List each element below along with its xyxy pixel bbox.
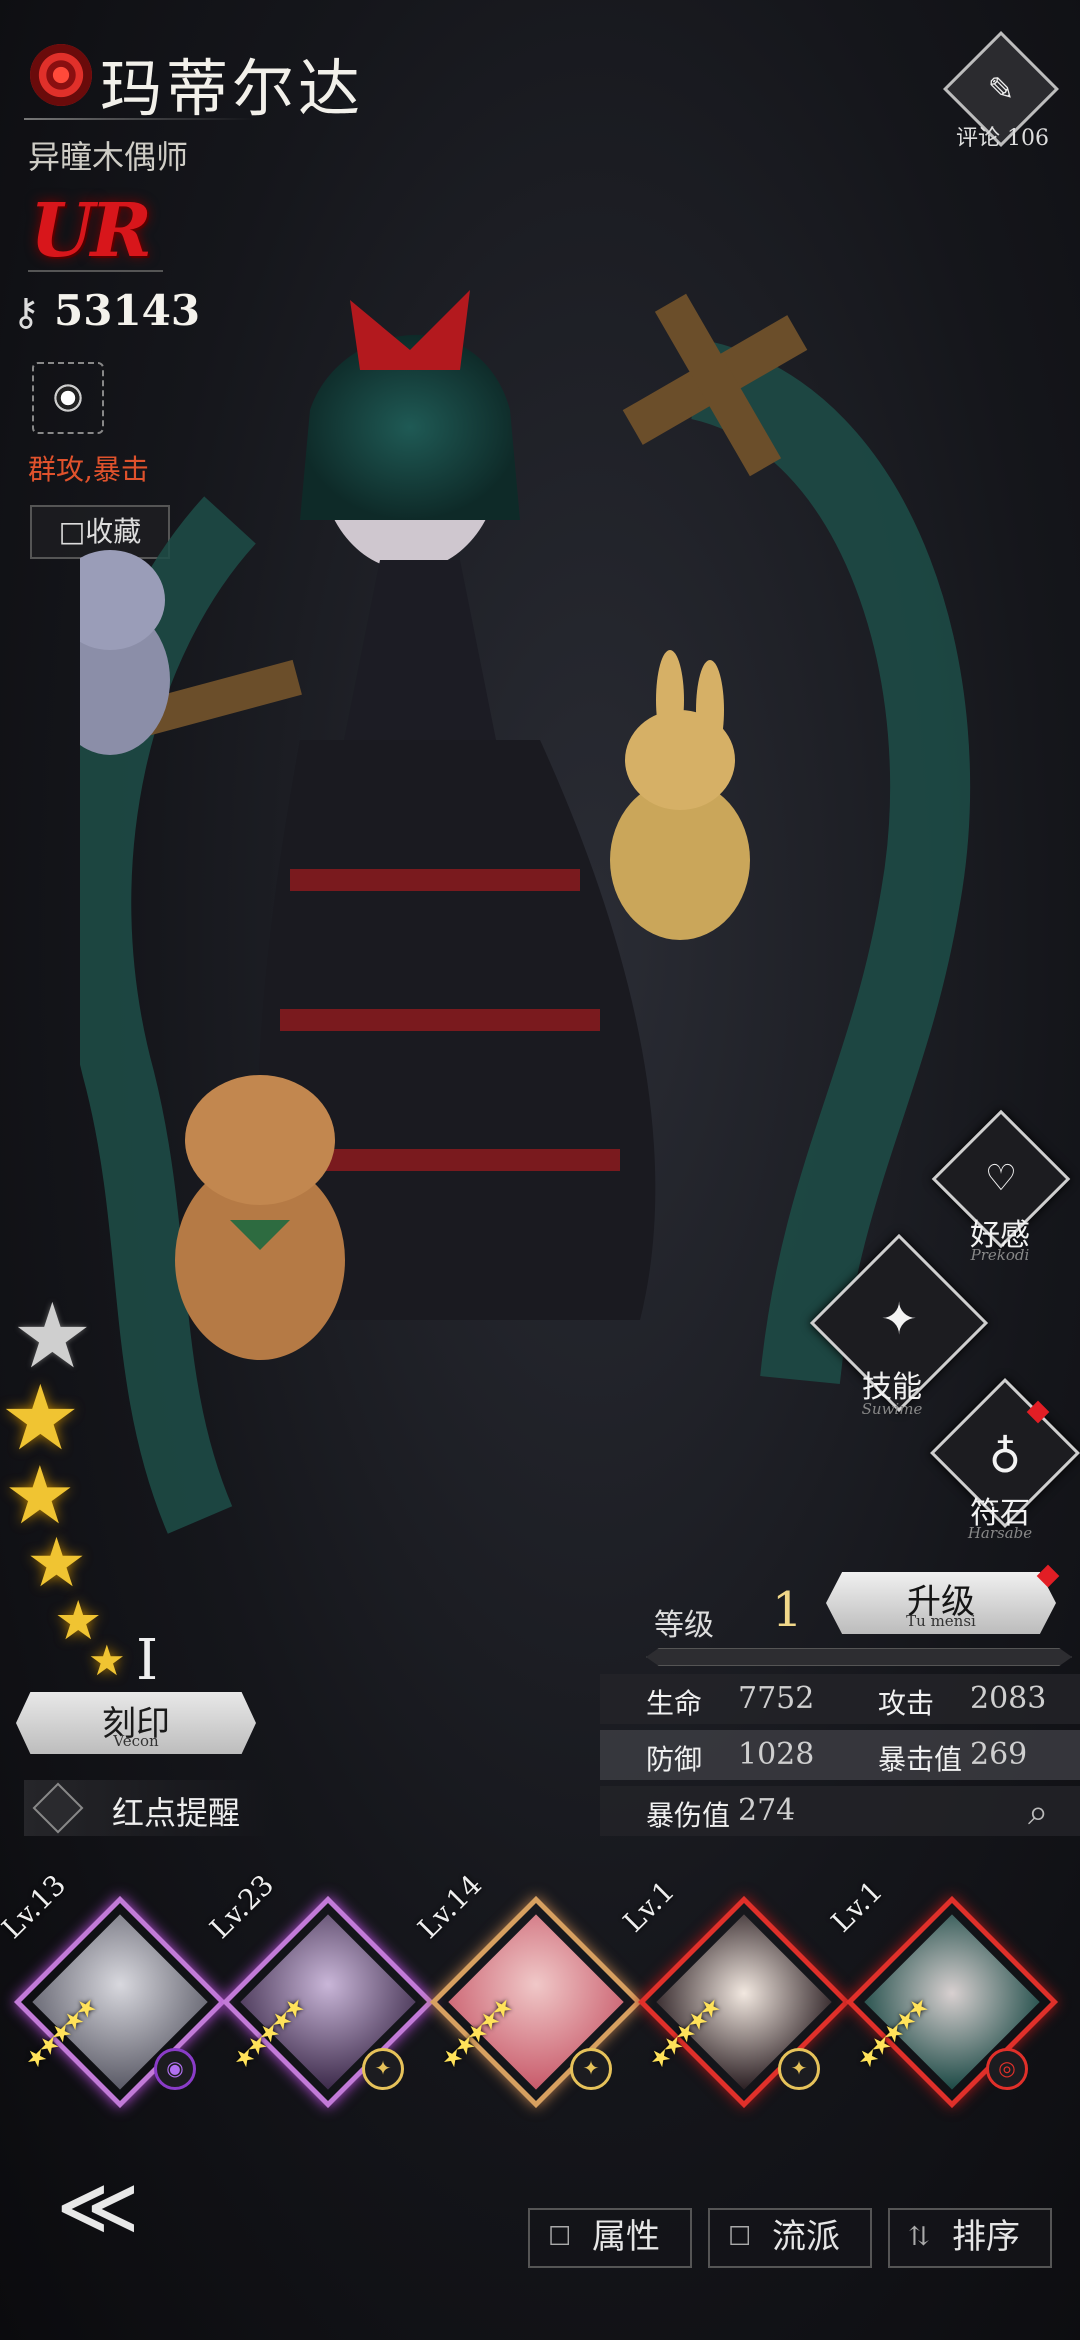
affection-sub: Prekodi bbox=[970, 1246, 1030, 1264]
level-progress-bar bbox=[646, 1648, 1072, 1666]
divider bbox=[24, 118, 254, 120]
red-dot-reminder-label: 红点提醒 bbox=[112, 1794, 241, 1832]
roster-card[interactable]: Lv.14 ★★★★★ ✦ bbox=[411, 1868, 643, 2109]
power-icon: ⚷ bbox=[12, 290, 40, 334]
search-icon[interactable]: ⌕ bbox=[1028, 1792, 1048, 1834]
roster-card[interactable]: Lv.1 ★★★★★ ✦ bbox=[617, 1874, 851, 2109]
comment-count: 评论 106 bbox=[956, 126, 1049, 151]
faction-badge-icon: ✦ bbox=[570, 2048, 612, 2090]
card-level: Lv.14 bbox=[411, 1868, 489, 1945]
rune-icon: ♁ bbox=[988, 1427, 1022, 1478]
attribute-filter-button[interactable]: ☐ 属性 bbox=[528, 2208, 692, 2268]
stat-label: 暴伤值 bbox=[646, 1799, 731, 1832]
star-icon: ★ bbox=[26, 1524, 87, 1603]
stat-value: 1028 bbox=[738, 1737, 815, 1772]
stat-label: 防御 bbox=[646, 1743, 703, 1776]
upgrade-button[interactable]: 升级 Tu mensi bbox=[826, 1572, 1056, 1634]
engrave-sub: Vecon bbox=[113, 1732, 159, 1750]
checkbox-icon: ☐ bbox=[728, 2222, 752, 2252]
stat-row: 暴伤值 274 bbox=[600, 1786, 1080, 1836]
stat-row: 防御 1028 暴击值 269 bbox=[600, 1730, 1080, 1780]
attribute-filter-label: 属性 bbox=[592, 2217, 660, 2257]
roster-card[interactable]: Lv.13 ★★★★★ ◉ bbox=[0, 1868, 227, 2109]
level-value: 1 bbox=[772, 1582, 803, 1638]
faction-badge-icon: ✦ bbox=[778, 2048, 820, 2090]
stat-value: 274 bbox=[738, 1793, 796, 1828]
upgrade-sub: Tu mensi bbox=[906, 1612, 976, 1630]
card-level: Lv.23 bbox=[203, 1868, 281, 1945]
back-icon[interactable]: ≪ bbox=[56, 2160, 140, 2253]
level-label: 等级 bbox=[654, 1608, 714, 1643]
sort-icon: ⇅ bbox=[908, 2222, 930, 2252]
character-name: 玛蒂尔达 bbox=[100, 52, 365, 125]
sparkle-icon: ✦ bbox=[880, 1294, 918, 1346]
sort-label: 排序 bbox=[952, 2217, 1020, 2257]
roster-card[interactable]: Lv.23 ★★★★★ ✦ bbox=[203, 1868, 435, 2109]
quill-icon: ✎ bbox=[987, 70, 1015, 108]
checkbox-icon bbox=[32, 1782, 84, 1834]
card-level: Lv.1 bbox=[616, 1874, 682, 1939]
checkbox-icon: ☐ bbox=[548, 2222, 572, 2252]
faction-badge-icon: ✦ bbox=[362, 2048, 404, 2090]
engrave-button[interactable]: 刻印 Vecon bbox=[16, 1692, 256, 1754]
faction-badge-icon: ◉ bbox=[154, 2048, 196, 2090]
stat-value: 7752 bbox=[738, 1681, 815, 1716]
stat-value: 269 bbox=[970, 1737, 1028, 1772]
skill-sub: Suwime bbox=[861, 1400, 923, 1418]
rune-sub: Harsabe bbox=[967, 1524, 1033, 1542]
card-level: Lv.13 bbox=[0, 1868, 73, 1945]
stat-value: 2083 bbox=[970, 1681, 1047, 1716]
school-filter-button[interactable]: ☐ 流派 bbox=[708, 2208, 872, 2268]
stat-label: 暴击值 bbox=[878, 1743, 963, 1776]
sort-button[interactable]: ⇅ 排序 bbox=[888, 2208, 1052, 2268]
stat-row: 生命 7752 攻击 2083 bbox=[600, 1674, 1080, 1724]
star-count: I bbox=[136, 1628, 159, 1693]
heart-icon: ♡ bbox=[984, 1158, 1018, 1199]
card-level: Lv.1 bbox=[824, 1874, 890, 1939]
character-title: 异瞳木偶师 bbox=[28, 138, 189, 176]
character-artwork bbox=[80, 290, 971, 1534]
roster-card[interactable]: Lv.1 ★★★★★ ◎ bbox=[825, 1874, 1059, 2109]
star-icon: ★ bbox=[88, 1636, 126, 1685]
faction-icon bbox=[30, 44, 92, 106]
stat-label: 生命 bbox=[646, 1687, 703, 1720]
stat-label: 攻击 bbox=[878, 1687, 935, 1720]
school-filter-label: 流派 bbox=[772, 2217, 840, 2257]
red-dot-reminder-toggle[interactable]: 红点提醒 bbox=[24, 1780, 274, 1836]
faction-badge-icon: ◎ bbox=[986, 2048, 1028, 2090]
